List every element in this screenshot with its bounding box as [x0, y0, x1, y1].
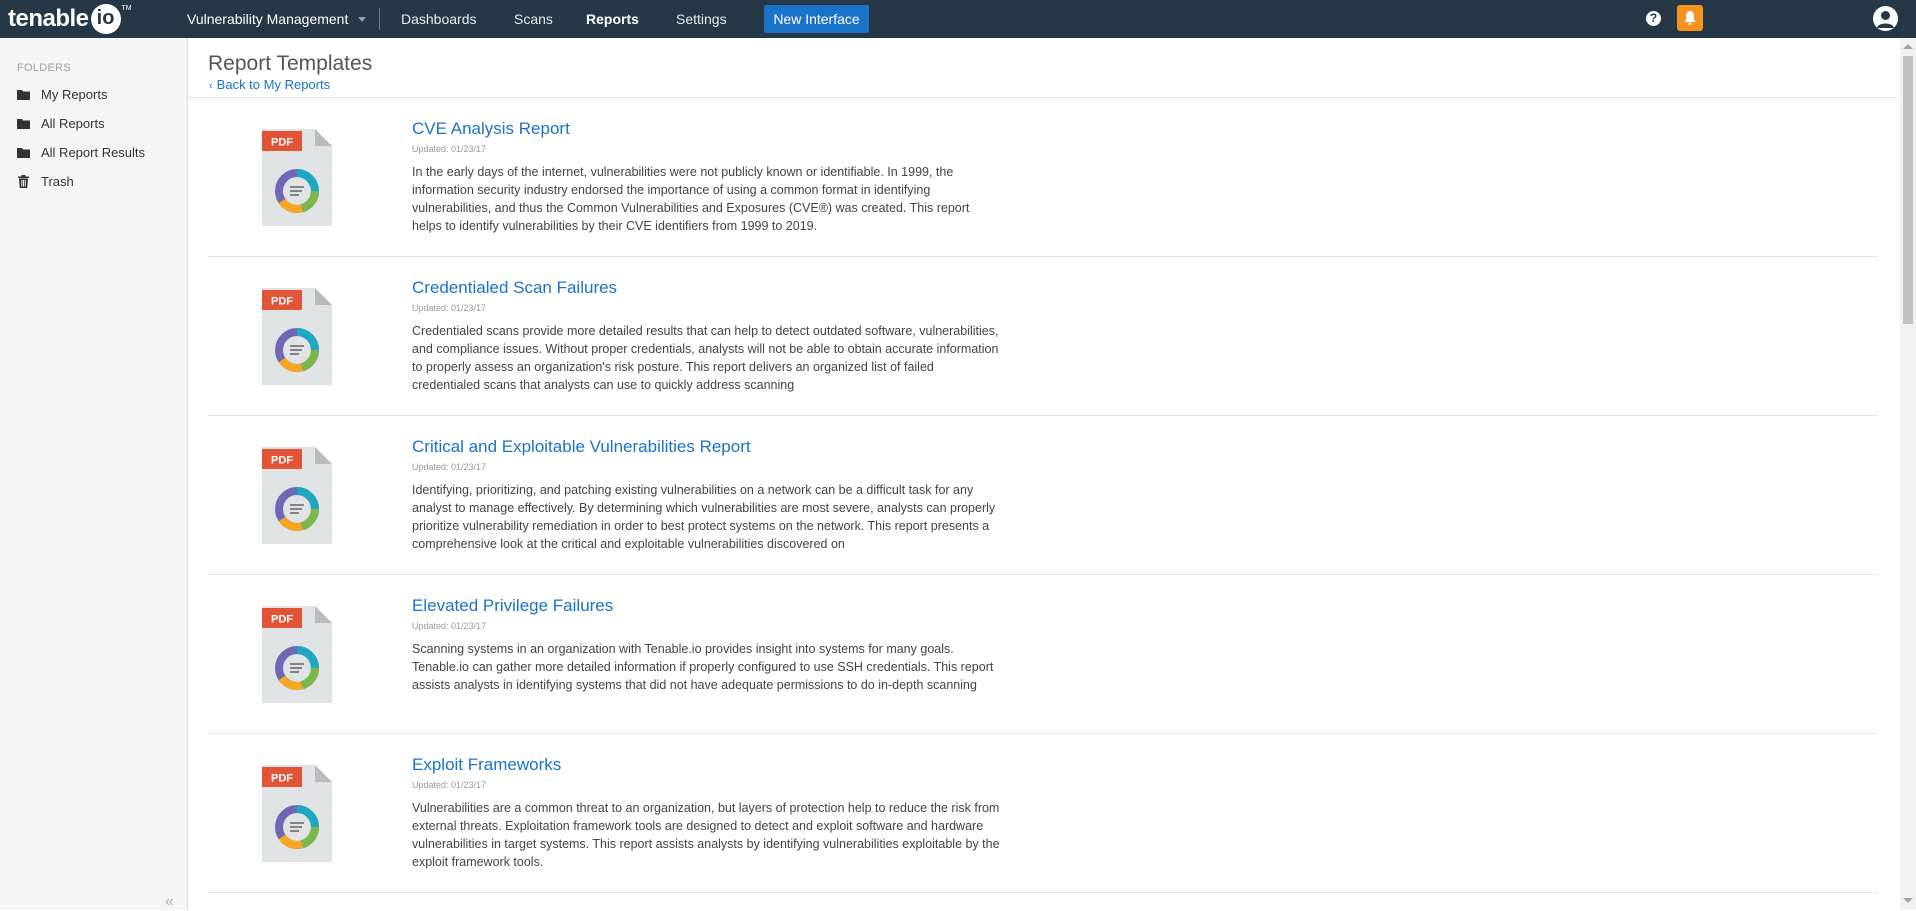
product-switcher-label: Vulnerability Management — [187, 11, 349, 27]
report-description: Credentialed scans provide more detailed… — [412, 324, 999, 392]
report-template-item: PDF Exploit Frameworks Updated: 01/23/17… — [208, 734, 1878, 893]
bell-icon — [1684, 11, 1696, 25]
folder-icon — [17, 89, 30, 100]
report-template-item: PDF Elevated Privilege Failures Updated:… — [208, 575, 1878, 734]
sidebar-item-my-reports[interactable]: My Reports — [17, 84, 182, 104]
notifications-button[interactable] — [1677, 5, 1703, 31]
pdf-document-icon[interactable]: PDF — [262, 765, 332, 862]
sidebar-item-label: All Report Results — [41, 144, 146, 160]
report-title-link[interactable]: Critical and Exploitable Vulnerabilities… — [412, 437, 751, 457]
sidebar-item-label: Trash — [41, 173, 74, 189]
back-link-label: Back to My Reports — [216, 77, 331, 92]
sidebar-item-all-reports[interactable]: All Reports — [17, 113, 182, 133]
pdf-badge: PDF — [271, 137, 293, 149]
report-description: Vulnerabilities are a common threat to a… — [412, 801, 1000, 869]
report-updated-date: Updated: 01/23/17 — [412, 144, 487, 154]
nav-reports[interactable]: Reports — [586, 0, 639, 38]
report-updated-date: Updated: 01/23/17 — [412, 780, 487, 790]
report-title-link[interactable]: CVE Analysis Report — [412, 119, 570, 139]
sidebar-item-trash[interactable]: Trash — [17, 171, 182, 191]
trash-icon — [18, 174, 29, 188]
pdf-document-icon[interactable]: PDF — [262, 447, 332, 544]
pdf-document-icon[interactable]: PDF — [262, 606, 332, 703]
report-updated-date: Updated: 01/23/17 — [412, 462, 487, 472]
report-title-link[interactable]: Credentialed Scan Failures — [412, 278, 617, 298]
pdf-badge: PDF — [271, 455, 293, 467]
user-avatar[interactable] — [1873, 6, 1898, 31]
report-template-item: PDF Credentialed Scan Failures Updated: … — [208, 257, 1878, 416]
report-description: In the early days of the internet, vulne… — [412, 165, 970, 233]
pdf-document-icon[interactable]: PDF — [262, 288, 332, 385]
sidebar: FOLDERS My Reports All Reports All Repor… — [0, 38, 188, 910]
top-navigation-bar: tenable io TM Vulnerability Management D… — [0, 0, 1916, 38]
pdf-badge: PDF — [271, 773, 293, 785]
scroll-up-arrow-icon[interactable] — [1903, 44, 1913, 49]
sidebar-item-label: All Reports — [41, 115, 105, 131]
logo-io-circle: io — [90, 4, 121, 34]
folder-icon — [17, 118, 30, 129]
scrollbar-thumb[interactable] — [1903, 56, 1913, 324]
logo-text: tenable — [8, 5, 89, 32]
nav-divider — [379, 8, 380, 30]
sidebar-item-label: My Reports — [41, 86, 108, 102]
report-updated-date: Updated: 01/23/17 — [412, 303, 487, 313]
pdf-badge: PDF — [271, 296, 293, 308]
page-title: Report Templates — [208, 52, 373, 75]
report-template-list: PDF CVE Analysis Report Updated: 01/23/1… — [208, 98, 1878, 893]
report-description: Identifying, prioritizing, and patching … — [412, 483, 996, 551]
folders-section-label: FOLDERS — [17, 62, 72, 74]
product-switcher[interactable]: Vulnerability Management — [187, 0, 367, 38]
report-template-item: PDF Critical and Exploitable Vulnerabili… — [208, 416, 1878, 575]
scroll-down-arrow-icon[interactable] — [1903, 898, 1913, 903]
report-updated-date: Updated: 01/23/17 — [412, 621, 487, 631]
logo-trademark: TM — [121, 4, 132, 12]
pdf-document-icon[interactable]: PDF — [262, 129, 332, 226]
back-to-my-reports-link[interactable]: ‹ Back to My Reports — [209, 77, 330, 92]
nav-dashboards[interactable]: Dashboards — [401, 0, 477, 38]
report-title-link[interactable]: Exploit Frameworks — [412, 755, 561, 775]
sidebar-item-all-report-results[interactable]: All Report Results — [17, 142, 182, 162]
nav-scans[interactable]: Scans — [514, 0, 553, 38]
tenable-logo[interactable]: tenable io TM — [8, 3, 132, 35]
pdf-badge: PDF — [271, 614, 293, 626]
chevron-down-icon — [358, 16, 367, 22]
report-template-item: PDF CVE Analysis Report Updated: 01/23/1… — [208, 98, 1878, 257]
user-icon — [1877, 11, 1894, 28]
report-description: Scanning systems in an organization with… — [412, 642, 994, 692]
nav-settings[interactable]: Settings — [676, 0, 727, 38]
chevron-left-icon: ‹ — [209, 80, 213, 92]
help-icon[interactable]: ? — [1646, 11, 1661, 26]
new-interface-button[interactable]: New Interface — [764, 5, 869, 33]
folder-icon — [17, 147, 30, 158]
collapse-sidebar-button[interactable]: « — [165, 893, 174, 911]
report-title-link[interactable]: Elevated Privilege Failures — [412, 596, 613, 616]
